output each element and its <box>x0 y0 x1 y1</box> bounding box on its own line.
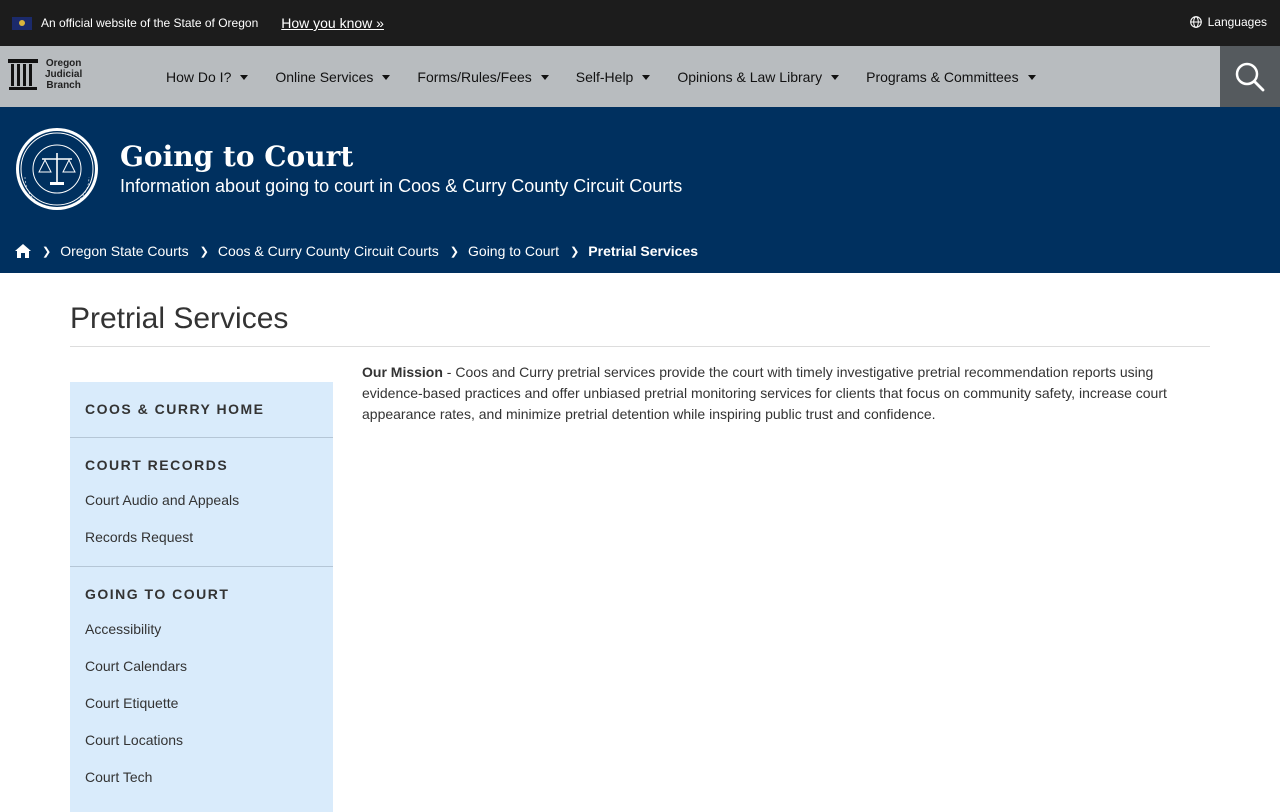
logo-text: Oregon Judicial Branch <box>45 58 82 91</box>
sidebar-link-records-request[interactable]: Records Request <box>85 529 318 566</box>
languages-label: Languages <box>1207 15 1267 29</box>
mission-paragraph: Our Mission - Coos and Curry pretrial se… <box>362 362 1192 425</box>
sidebar-section-court-records: COURT RECORDS Court Audio and Appeals Re… <box>70 438 333 567</box>
nav-label: Opinions & Law Library <box>677 68 823 85</box>
how-you-know-link[interactable]: How you know » <box>281 15 384 31</box>
nav-programs-committees[interactable]: Programs & Committees <box>866 68 1036 85</box>
search-button[interactable] <box>1220 46 1280 107</box>
sidebar-heading-coos-curry-home[interactable]: COOS & CURRY HOME <box>85 382 318 437</box>
sidebar-link-court-audio-appeals[interactable]: Court Audio and Appeals <box>85 492 318 529</box>
sidebar-heading-court-records[interactable]: COURT RECORDS <box>85 438 318 493</box>
official-banner: An official website of the State of Oreg… <box>0 0 1280 46</box>
sidebar-link-court-etiquette[interactable]: Court Etiquette <box>85 695 318 732</box>
sidebar-link-accessibility[interactable]: Accessibility <box>85 621 318 658</box>
nav-how-do-i[interactable]: How Do I? <box>166 68 249 85</box>
chevron-right-icon: ❯ <box>199 245 209 258</box>
logo-line-1: Oregon <box>45 57 82 69</box>
sidebar-heading-going-to-court[interactable]: GOING TO COURT <box>85 567 318 622</box>
sidebar-link-court-locations[interactable]: Court Locations <box>85 732 318 769</box>
logo-line-3: Branch <box>46 79 81 91</box>
judicial-department-seal-icon <box>16 128 98 210</box>
hero-title: Going to Court <box>120 140 354 173</box>
chevron-right-icon: ❯ <box>449 245 460 258</box>
breadcrumb: ❯ Oregon State Courts ❯ Coos & Curry Cou… <box>15 243 698 259</box>
nav-online-services[interactable]: Online Services <box>275 68 391 85</box>
nav-opinions-law-library[interactable]: Opinions & Law Library <box>677 68 840 85</box>
breadcrumb-coos-curry-courts[interactable]: Coos & Curry County Circuit Courts <box>218 243 439 259</box>
mission-text: - Coos and Curry pretrial services provi… <box>362 364 1167 422</box>
caret-down-icon <box>642 75 651 80</box>
breadcrumb-going-to-court[interactable]: Going to Court <box>468 243 559 259</box>
ojd-logo[interactable]: Oregon Judicial Branch <box>8 57 82 91</box>
caret-down-icon <box>240 75 249 80</box>
nav-label: Online Services <box>275 68 374 85</box>
nav-forms-rules-fees[interactable]: Forms/Rules/Fees <box>417 68 549 85</box>
nav-label: Forms/Rules/Fees <box>417 68 532 85</box>
official-site-text: An official website of the State of Oreg… <box>41 16 259 30</box>
home-icon[interactable] <box>15 244 31 258</box>
hero-subtitle: Information about going to court in Coos… <box>120 176 683 196</box>
sidebar-link-court-calendars[interactable]: Court Calendars <box>85 658 318 695</box>
languages-button[interactable]: Languages <box>1189 15 1267 29</box>
search-icon <box>1235 62 1265 91</box>
main-nav: Oregon Judicial Branch How Do I? Online … <box>0 46 1280 107</box>
chevron-right-icon: ❯ <box>42 245 52 258</box>
sidebar-section-going-to-court: GOING TO COURT Accessibility Court Calen… <box>70 567 333 806</box>
caret-down-icon <box>540 75 549 80</box>
globe-icon <box>1189 16 1202 28</box>
page-hero: Going to Court Information about going t… <box>0 107 1280 273</box>
mission-label: Our Mission <box>362 364 443 380</box>
logo-line-2: Judicial <box>45 68 83 80</box>
title-divider <box>70 346 1210 347</box>
oregon-flag-icon <box>12 16 32 30</box>
sidebar-nav: COOS & CURRY HOME COURT RECORDS Court Au… <box>70 382 333 812</box>
breadcrumb-oregon-state-courts[interactable]: Oregon State Courts <box>60 243 188 259</box>
nav-menu: How Do I? Online Services Forms/Rules/Fe… <box>166 46 1063 107</box>
caret-down-icon <box>1027 75 1036 80</box>
chevron-right-icon: ❯ <box>570 245 580 258</box>
sidebar-section-home: COOS & CURRY HOME <box>70 382 333 438</box>
breadcrumb-current: Pretrial Services <box>588 243 699 259</box>
sidebar-link-court-tech[interactable]: Court Tech <box>85 769 318 806</box>
nav-label: Self-Help <box>575 68 634 85</box>
nav-label: How Do I? <box>166 68 232 85</box>
caret-down-icon <box>831 75 840 80</box>
nav-label: Programs & Committees <box>866 68 1019 85</box>
caret-down-icon <box>382 75 391 80</box>
pillar-icon <box>8 59 38 90</box>
nav-self-help[interactable]: Self-Help <box>576 69 651 85</box>
page-title: Pretrial Services <box>70 302 289 335</box>
